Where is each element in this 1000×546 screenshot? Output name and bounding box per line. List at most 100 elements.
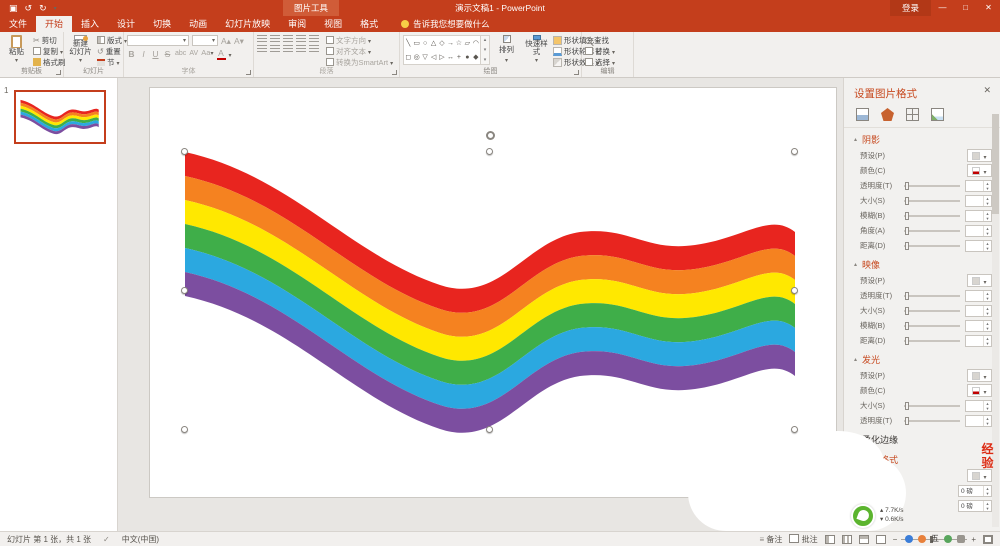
tray-app-icon[interactable] [918, 535, 926, 543]
shape-triangle-right-icon[interactable]: ▷ [439, 53, 444, 61]
drawing-dialog-launcher-icon[interactable] [574, 70, 579, 75]
slider-knob[interactable] [905, 242, 909, 250]
strikethrough-button[interactable]: S [163, 49, 172, 59]
slider-knob[interactable] [905, 212, 909, 220]
spinner-arrows-icon[interactable] [983, 501, 991, 511]
reflection-preset-button[interactable] [967, 274, 992, 287]
shadow-size-input[interactable] [965, 195, 992, 207]
layout-button[interactable]: 版式 [97, 35, 127, 45]
tab-insert[interactable]: 插入 [72, 16, 108, 32]
zoom-out-icon[interactable]: − [893, 535, 898, 544]
spinner-arrows-icon[interactable] [983, 401, 991, 411]
numbering-icon[interactable] [270, 35, 280, 43]
resize-handle-bottom-center[interactable] [486, 426, 493, 433]
notes-button[interactable]: ≡ 备注 [760, 534, 783, 545]
underline-button[interactable]: U [151, 49, 160, 59]
slide[interactable] [150, 88, 836, 497]
rainbow-picture[interactable] [150, 88, 836, 497]
tray-app-icon[interactable] [944, 535, 952, 543]
reset-button[interactable]: ↺重置 [97, 46, 127, 56]
replace-button[interactable]: 替换 [585, 46, 615, 56]
reflection-transparency-slider[interactable] [904, 295, 960, 297]
shadow-distance-slider[interactable] [904, 245, 960, 247]
rotate-handle[interactable] [486, 131, 495, 140]
shrink-font-button[interactable]: A▾ [234, 36, 244, 46]
shadow-blur-slider[interactable] [904, 215, 960, 217]
shape-square-icon[interactable]: ◻ [405, 53, 411, 61]
tab-view[interactable]: 视图 [315, 16, 351, 32]
normal-view-icon[interactable] [825, 535, 835, 544]
columns-icon[interactable] [309, 45, 319, 53]
tell-me-box[interactable]: 告诉我您想要做什么 [401, 16, 490, 32]
fit-to-window-icon[interactable] [983, 535, 993, 544]
slider-knob[interactable] [905, 417, 909, 425]
line-spacing-icon[interactable] [309, 35, 319, 43]
comments-button[interactable]: 批注 [789, 534, 817, 545]
spinner-arrows-icon[interactable] [983, 336, 991, 346]
resize-handle-middle-right[interactable] [791, 287, 798, 294]
spinner-arrows-icon[interactable] [983, 241, 991, 251]
slider-knob[interactable] [905, 322, 909, 330]
resize-handle-top-left[interactable] [181, 148, 188, 155]
reflection-size-input[interactable] [965, 305, 992, 317]
shadow-color-button[interactable] [967, 164, 992, 177]
ime-indicator[interactable]: 五 [931, 533, 939, 544]
resize-handle-top-right[interactable] [791, 148, 798, 155]
glow-size-input[interactable] [965, 400, 992, 412]
spinner-arrows-icon[interactable] [983, 181, 991, 191]
resize-handle-middle-left[interactable] [181, 287, 188, 294]
tab-home[interactable]: 开始 [36, 16, 72, 32]
picture-tab-icon[interactable] [931, 108, 944, 121]
reflection-transparency-input[interactable] [965, 290, 992, 302]
slider-knob[interactable] [905, 182, 909, 190]
close-button[interactable]: ✕ [977, 0, 1000, 16]
shape-line-icon[interactable]: ╲ [406, 39, 410, 47]
shape-double-arrow-icon[interactable]: ↔ [447, 54, 454, 61]
font-color-button[interactable]: A [217, 49, 226, 58]
shadow-angle-slider[interactable] [904, 230, 960, 232]
slide-thumbnail[interactable] [14, 90, 106, 144]
shape-triangle-down-icon[interactable]: ▽ [422, 53, 427, 61]
scroll-down-icon[interactable]: ▾ [484, 47, 487, 53]
tab-review[interactable]: 审阅 [279, 16, 315, 32]
slider-knob[interactable] [905, 402, 909, 410]
glow-transparency-input[interactable] [965, 415, 992, 427]
spinner-arrows-icon[interactable] [983, 321, 991, 331]
undo-icon[interactable]: ↺ [25, 0, 33, 16]
font-color-dropdown-icon[interactable] [229, 49, 232, 59]
text-shadow-button[interactable]: abc [175, 49, 186, 59]
increase-indent-icon[interactable] [296, 35, 306, 43]
shape-parallelogram-icon[interactable]: ▱ [465, 39, 470, 47]
tab-design[interactable]: 设计 [108, 16, 144, 32]
reflection-distance-slider[interactable] [904, 340, 960, 342]
spinner-arrows-icon[interactable] [983, 196, 991, 206]
shape-arc-icon[interactable]: ◠ [473, 39, 479, 47]
text-direction-button[interactable]: 文字方向 [326, 35, 393, 45]
reading-view-icon[interactable] [859, 535, 869, 544]
fill-line-tab-icon[interactable] [856, 108, 869, 121]
scrollbar-thumb[interactable] [992, 114, 999, 214]
shadow-preset-button[interactable] [967, 149, 992, 162]
slide-counter[interactable]: 幻灯片 第 1 张，共 1 张 [7, 534, 91, 545]
spinner-arrows-icon[interactable] [983, 211, 991, 221]
bevel-width-input[interactable]: 0 磅 [958, 485, 992, 497]
change-case-button[interactable]: Aa [201, 48, 213, 59]
shape-diamond-filled-icon[interactable]: ◆ [473, 53, 478, 61]
tab-file[interactable]: 文件 [0, 16, 36, 32]
copy-button[interactable]: 复制 [33, 46, 66, 56]
bold-button[interactable]: B [127, 49, 136, 59]
paragraph-dialog-launcher-icon[interactable] [392, 70, 397, 75]
section-glow[interactable]: 发光 [844, 348, 1000, 368]
glow-preset-button[interactable] [967, 369, 992, 382]
font-dialog-launcher-icon[interactable] [246, 70, 251, 75]
tab-slideshow[interactable]: 幻灯片放映 [216, 16, 279, 32]
font-family-combo[interactable] [127, 35, 189, 46]
bevel-height-input[interactable]: 0 磅 [958, 500, 992, 512]
paste-button[interactable]: 粘贴 [3, 34, 30, 66]
spinner-arrows-icon[interactable] [983, 306, 991, 316]
shadow-angle-input[interactable] [965, 225, 992, 237]
section-reflection[interactable]: 映像 [844, 253, 1000, 273]
spellcheck-icon[interactable]: ✓ [103, 535, 110, 544]
character-spacing-button[interactable]: AV [189, 49, 198, 59]
slideshow-view-icon[interactable] [876, 535, 886, 544]
